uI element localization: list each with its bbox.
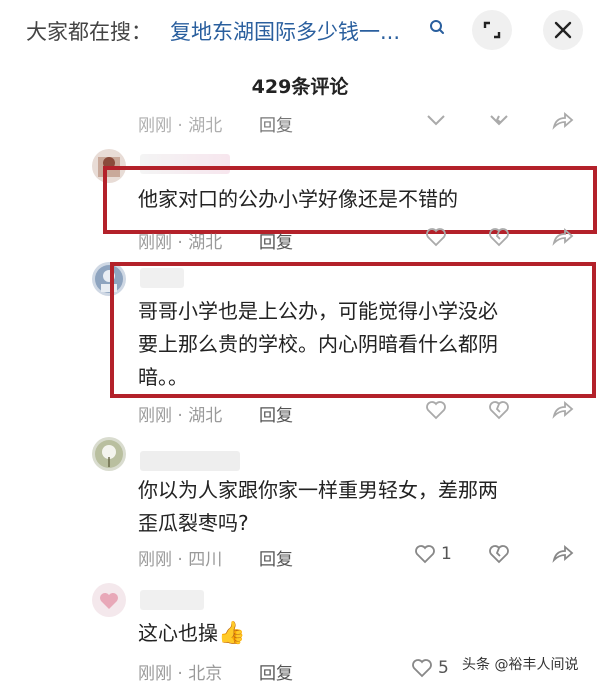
like-icon[interactable] — [424, 110, 448, 132]
comment-text-line: 暗。。 — [138, 365, 188, 389]
comment-text: 这心也操 — [138, 621, 218, 645]
search-prefix-label: 大家都在搜： — [26, 20, 152, 44]
like-icon[interactable] — [424, 399, 448, 421]
comment-text: 他家对口的公办小学好像还是不错的 — [138, 187, 458, 211]
like-icon[interactable] — [424, 226, 448, 248]
avatar[interactable] — [92, 437, 126, 471]
like-icon[interactable] — [413, 543, 437, 565]
reply-button[interactable]: 回复 — [259, 401, 293, 426]
like-count: 5 — [438, 658, 449, 678]
reply-button[interactable]: 回复 — [259, 228, 293, 253]
comment-meta: 刚刚 · 四川 — [138, 550, 223, 570]
username-blurred[interactable] — [140, 451, 240, 471]
comment-count-title: 429条评论 — [251, 76, 349, 98]
dislike-icon[interactable] — [487, 543, 511, 565]
close-button[interactable] — [543, 10, 583, 50]
search-icon[interactable] — [428, 18, 446, 40]
dislike-icon[interactable] — [487, 226, 511, 248]
share-icon[interactable] — [551, 543, 575, 565]
like-count: 1 — [441, 544, 452, 564]
thumbs-up-emoji: 👍 — [218, 621, 246, 646]
comment-text-line: 要上那么贵的学校。内心阴暗看什么都阴 — [138, 332, 498, 356]
comment-meta: 刚刚 · 湖北 — [138, 116, 223, 136]
avatar[interactable] — [92, 583, 126, 617]
comment-text-line: 这心也操👍 — [138, 617, 245, 650]
collapse-icon — [483, 21, 501, 39]
comment-text-line: 你以为人家跟你家一样重男轻女，差那两 — [138, 478, 498, 502]
reply-button[interactable]: 回复 — [259, 111, 293, 136]
reply-button[interactable]: 回复 — [259, 659, 293, 684]
dislike-icon[interactable] — [487, 110, 511, 132]
share-icon[interactable] — [551, 399, 575, 421]
comment-meta: 刚刚 · 北京 — [138, 664, 223, 684]
watermark-brand: 头条 @裕丰人间说 — [462, 657, 579, 673]
search-suggestion-link[interactable]: 复地东湖国际多少钱一... — [170, 16, 400, 46]
dislike-icon[interactable] — [487, 399, 511, 421]
reply-button[interactable]: 回复 — [259, 545, 293, 570]
comment-text-line: 歪瓜裂枣吗? — [138, 511, 249, 535]
collapse-button[interactable] — [472, 10, 512, 50]
comment-text-line: 哥哥小学也是上公办，可能觉得小学没必 — [138, 299, 498, 323]
like-icon[interactable] — [410, 657, 434, 679]
username-blurred[interactable] — [140, 590, 204, 610]
close-icon — [554, 21, 572, 39]
share-icon[interactable] — [551, 110, 575, 132]
top-bar: 大家都在搜： 复地东湖国际多少钱一... — [0, 0, 600, 62]
share-icon[interactable] — [551, 226, 575, 248]
comment-meta: 刚刚 · 湖北 — [138, 233, 223, 253]
comment-meta: 刚刚 · 湖北 — [138, 406, 223, 426]
